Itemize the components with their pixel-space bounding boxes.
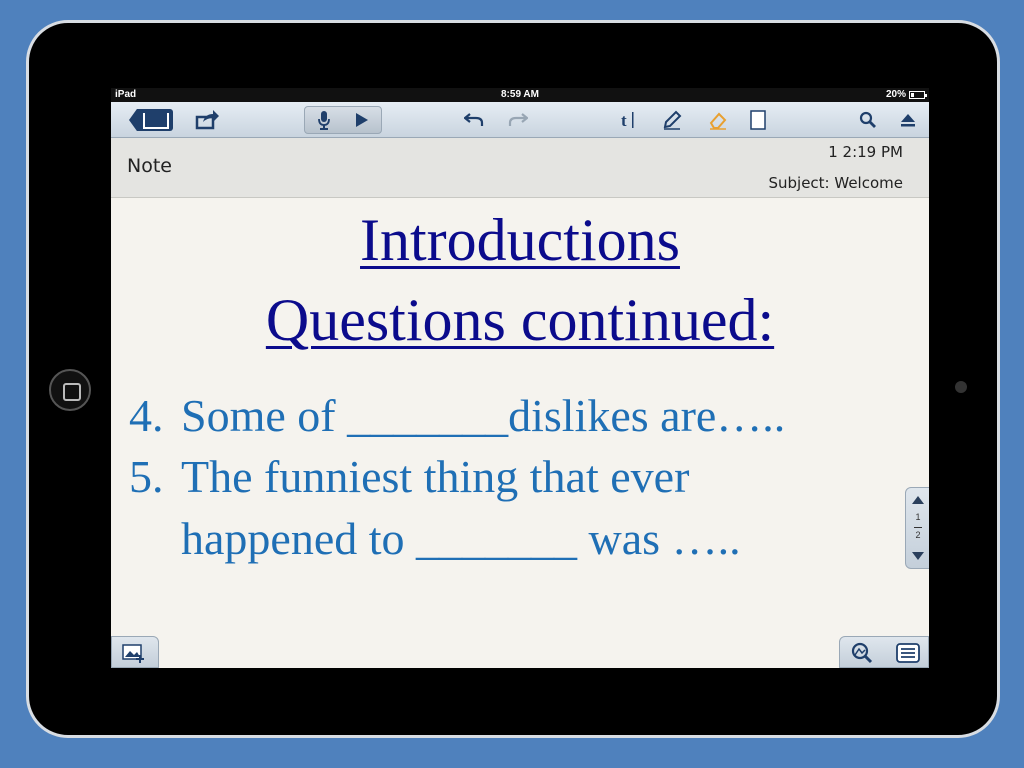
slide-title-line2: Questions continued: <box>265 287 775 353</box>
share-icon[interactable] <box>193 106 221 134</box>
page-divider <box>914 527 922 528</box>
home-button[interactable] <box>49 369 91 411</box>
note-time: 1 2:19 PM <box>828 143 903 161</box>
svg-text:t: t <box>621 111 627 130</box>
undo-icon[interactable] <box>461 106 487 134</box>
battery-status: 20% <box>885 89 927 100</box>
page-up-icon[interactable] <box>912 496 924 504</box>
item-number: 5. <box>129 451 164 502</box>
toolbar: t <box>111 102 929 138</box>
battery-percent: 20% <box>885 89 906 100</box>
battery-icon <box>909 90 927 99</box>
insert-image-icon[interactable] <box>122 643 146 668</box>
note-subject: Subject: Welcome <box>768 174 903 192</box>
view-controls-tab <box>839 636 929 668</box>
page-down-icon[interactable] <box>912 552 924 560</box>
search-icon[interactable] <box>855 106 881 134</box>
status-bar: iPad 8:59 AM 20% <box>111 88 929 102</box>
item-text: The funniest thing that ever <box>181 451 690 502</box>
note-header: Note 1 2:19 PM Subject: Welcome <box>111 138 929 198</box>
page-scroller[interactable]: 1 2 <box>905 487 929 569</box>
ipad-screen: iPad 8:59 AM 20% t Note 1 2:19 PM Subjec… <box>111 88 929 668</box>
play-icon[interactable] <box>349 106 375 134</box>
camera <box>955 381 967 393</box>
item-number: 4. <box>129 390 164 441</box>
redo-icon[interactable] <box>505 106 531 134</box>
slide-content: Introductions Questions continued: 4. Som… <box>111 198 929 638</box>
pen-icon[interactable] <box>659 106 685 134</box>
eject-icon[interactable] <box>895 106 921 134</box>
insert-image-tab <box>111 636 159 668</box>
note-label: Note <box>127 155 172 177</box>
page-current: 1 <box>915 512 921 522</box>
text-tool-icon[interactable]: t <box>615 106 641 134</box>
zoom-icon[interactable] <box>850 642 874 668</box>
item-text: Some of _______dislikes are….. <box>181 390 786 441</box>
page-total: 2 <box>915 530 921 540</box>
item-continuation: happened to _______ was ….. <box>181 513 741 564</box>
list-item: 4. Some of _______dislikes are….. <box>129 393 785 439</box>
eraser-icon[interactable] <box>705 106 731 134</box>
list-item: 5. The funniest thing that ever <box>129 454 689 500</box>
slide-title-line1: Introductions <box>360 207 680 273</box>
library-icon[interactable] <box>129 109 173 131</box>
page-icon[interactable] <box>745 106 771 134</box>
status-time: 8:59 AM <box>501 89 539 100</box>
menu-icon[interactable] <box>896 643 920 668</box>
microphone-icon[interactable] <box>311 106 337 134</box>
